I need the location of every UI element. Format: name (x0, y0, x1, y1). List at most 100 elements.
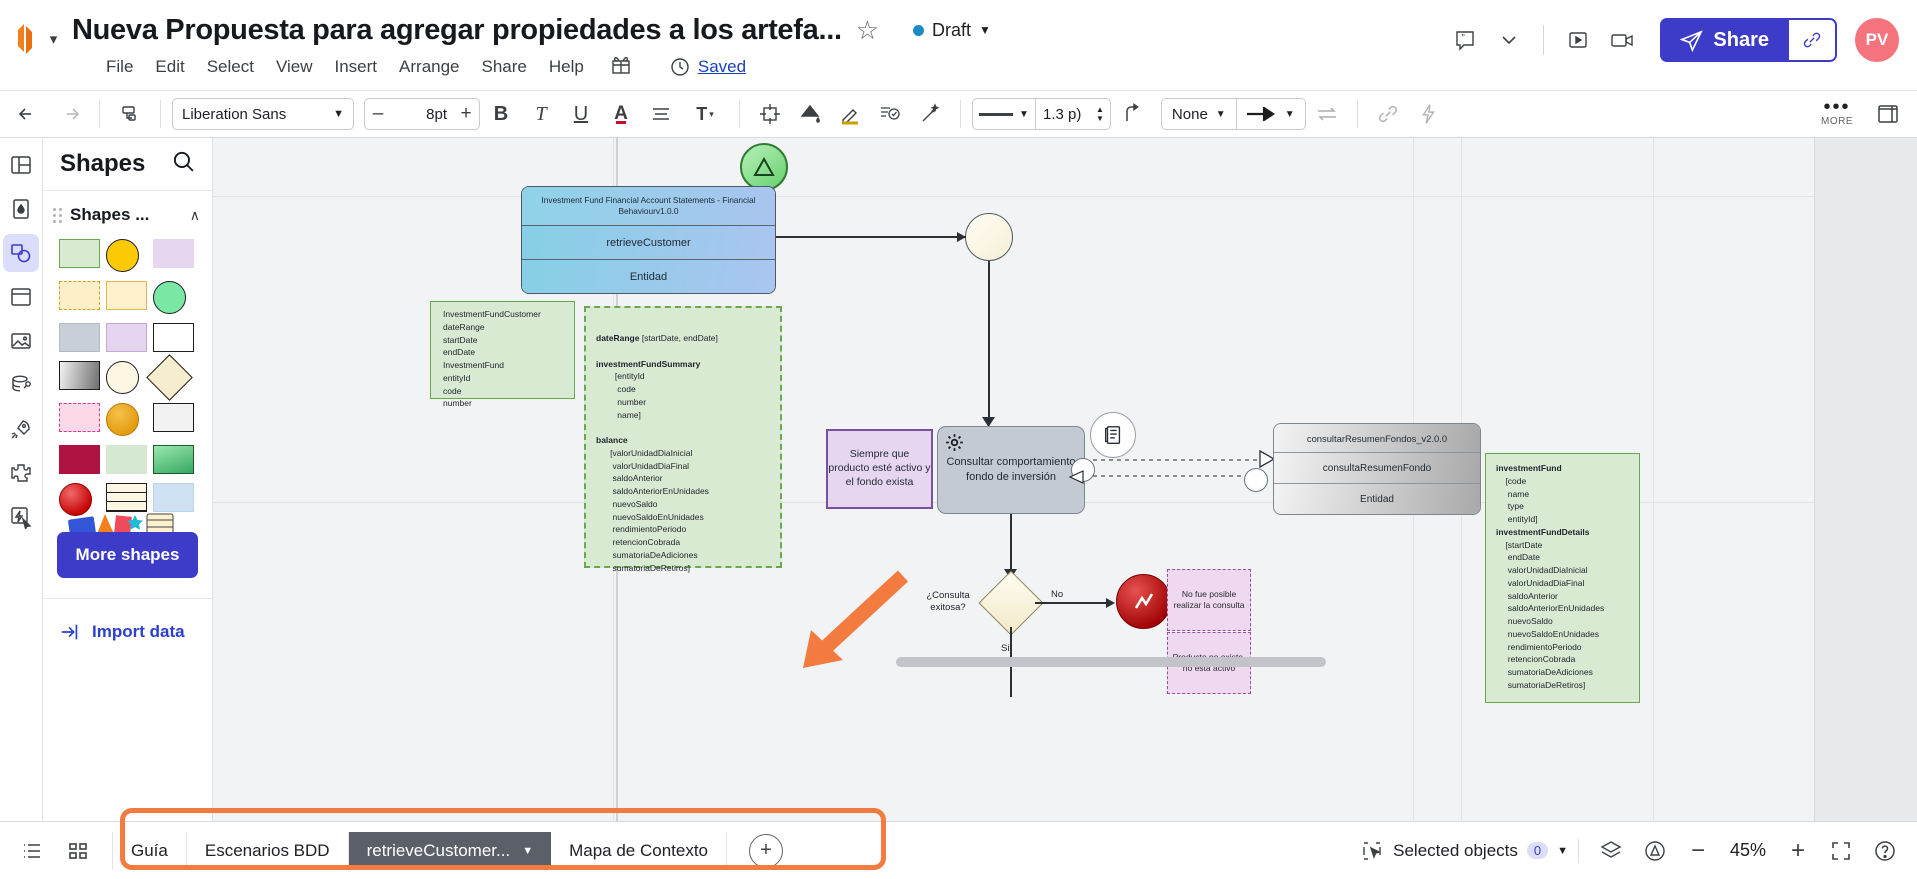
magic-wand-icon[interactable] (911, 95, 949, 133)
shape-swatch[interactable] (153, 323, 194, 352)
theme-icon[interactable] (3, 190, 39, 228)
shape-swatch[interactable] (153, 281, 186, 314)
shape-swatch[interactable] (59, 403, 100, 432)
video-icon[interactable] (1600, 20, 1644, 60)
templates-rocket-icon[interactable] (3, 410, 39, 448)
logo-chevron-down-icon[interactable]: ▾ (50, 30, 58, 48)
shapes-library-header[interactable]: Shapes ... ∧ (43, 205, 212, 225)
start-event-icon[interactable] (965, 213, 1013, 261)
shape-swatch[interactable] (59, 281, 100, 310)
chevron-up-icon[interactable]: ∧ (190, 207, 200, 224)
shape-swatch[interactable] (106, 281, 147, 310)
selected-objects-control[interactable]: Selected objects 0 ▼ (1360, 838, 1579, 863)
more-button[interactable]: ••• MORE (1807, 97, 1867, 127)
tab-mapa-de-contexto[interactable]: Mapa de Contexto (551, 831, 727, 870)
zoom-level[interactable]: 45% (1721, 840, 1775, 861)
avatar[interactable]: PV (1855, 18, 1899, 62)
line-width-stepper[interactable]: ▲ ▼ (1096, 105, 1110, 123)
share-button[interactable]: Share (1660, 18, 1789, 62)
shape-swatch[interactable] (106, 445, 147, 474)
swap-ends-icon[interactable] (1308, 95, 1346, 133)
frames-icon[interactable] (3, 278, 39, 316)
gateway-consulta-exitosa[interactable] (978, 570, 1044, 636)
underline-button[interactable]: U (562, 95, 600, 133)
page-title[interactable]: Nueva Propuesta para agregar propiedades… (72, 14, 842, 47)
shape-swatch[interactable] (59, 361, 100, 390)
canvas-horizontal-scrollbar[interactable] (896, 657, 1326, 667)
red-error-event-icon[interactable] (1116, 574, 1171, 629)
saved-label[interactable]: Saved (698, 57, 746, 77)
logo-area[interactable]: ▾ (0, 0, 72, 56)
fit-screen-icon[interactable] (1821, 831, 1861, 871)
right-panel-icon[interactable] (1869, 95, 1907, 133)
add-tab-button[interactable]: + (749, 833, 783, 868)
shape-swatch[interactable] (106, 323, 147, 352)
gift-icon[interactable] (610, 55, 632, 80)
shape-swatch[interactable] (106, 403, 139, 436)
lightning-icon[interactable] (1409, 95, 1447, 133)
shape-swatch[interactable] (59, 239, 100, 268)
shape-swatch[interactable] (59, 445, 100, 474)
list-view-icon[interactable] (12, 831, 52, 871)
tab-guia[interactable]: Guía (112, 831, 187, 870)
menu-item-view[interactable]: View (276, 57, 313, 77)
drag-handle-icon[interactable] (53, 207, 62, 223)
bold-button[interactable]: B (482, 95, 520, 133)
shape-swatch[interactable] (153, 403, 194, 432)
menu-item-edit[interactable]: Edit (155, 57, 184, 77)
line-width-input[interactable]: 1.3 p) (1036, 106, 1096, 123)
note-investment-fund-details[interactable]: investmentFund [code name type entityId]… (1485, 453, 1640, 703)
menu-item-share[interactable]: Share (482, 57, 527, 77)
data-link-icon[interactable] (3, 366, 39, 404)
status-chevron-down-icon[interactable]: ▼ (979, 23, 991, 37)
redo-icon[interactable] (50, 95, 88, 133)
zoom-in-button[interactable]: + (1779, 832, 1817, 870)
note-no-fue-posible[interactable]: No fue posible realizar la consulta (1167, 569, 1251, 631)
link-icon[interactable] (1369, 95, 1407, 133)
search-icon[interactable] (171, 149, 196, 179)
layout-icon[interactable] (3, 146, 39, 184)
actions-icon[interactable] (3, 498, 39, 536)
connector-elbow-icon[interactable] (1113, 95, 1151, 133)
undo-icon[interactable] (10, 95, 48, 133)
chevron-down-icon[interactable] (1487, 20, 1531, 60)
font-size-input[interactable]: 8pt (391, 106, 453, 123)
status-badge[interactable]: Draft ▼ (913, 20, 991, 41)
font-size-increase-button[interactable]: + (453, 99, 479, 129)
import-data-button[interactable]: Import data (43, 598, 212, 643)
fill-bucket-icon[interactable] (791, 95, 829, 133)
layers-icon[interactable] (1591, 831, 1631, 871)
zoom-out-button[interactable]: − (1679, 832, 1717, 870)
format-painter-icon[interactable] (111, 95, 149, 133)
copy-link-button[interactable] (1789, 18, 1837, 62)
star-outline-icon[interactable]: ☆ (856, 17, 879, 43)
font-size-decrease-button[interactable]: – (365, 99, 391, 129)
shape-swatch[interactable] (106, 361, 139, 394)
present-icon[interactable] (1556, 20, 1600, 60)
retrieve-customer-entity-box[interactable]: Investment Fund Financial Account Statem… (521, 186, 776, 294)
diagram-canvas[interactable]: Investment Fund Financial Account Statem… (213, 138, 1917, 821)
text-options-button[interactable]: T ▾ (682, 95, 728, 133)
shape-swatch[interactable] (106, 239, 139, 272)
note-check-icon[interactable] (871, 95, 909, 133)
shape-swatch[interactable] (153, 445, 194, 474)
task-consultar-comportamiento[interactable]: Consultar comportamiento fondo de invers… (937, 426, 1085, 514)
start-endpoint-select[interactable]: None ▼ (1162, 106, 1236, 123)
text-color-button[interactable]: A (602, 95, 640, 133)
menu-item-arrange[interactable]: Arrange (399, 57, 459, 77)
chevron-down-icon[interactable]: ▼ (1557, 845, 1568, 857)
saved-status[interactable]: Saved (670, 57, 746, 77)
line-color-icon[interactable] (831, 95, 869, 133)
note-investment-fund-customer[interactable]: InvestmentFundCustomer dateRange startDa… (430, 301, 575, 408)
distribute-icon[interactable] (751, 95, 789, 133)
font-family-select[interactable]: Liberation Sans ▼ (172, 98, 354, 130)
integrations-puzzle-icon[interactable] (3, 454, 39, 492)
more-shapes-button[interactable]: More shapes (57, 532, 198, 578)
comment-icon[interactable]: ” (1443, 20, 1487, 60)
grid-view-icon[interactable] (58, 831, 98, 871)
menu-item-file[interactable]: File (106, 57, 133, 77)
accessibility-icon[interactable] (1635, 831, 1675, 871)
chevron-down-icon[interactable]: ▼ (522, 845, 533, 857)
align-icon[interactable] (642, 95, 680, 133)
tab-retrieve-customer[interactable]: retrieveCustomer... ▼ (348, 831, 552, 870)
